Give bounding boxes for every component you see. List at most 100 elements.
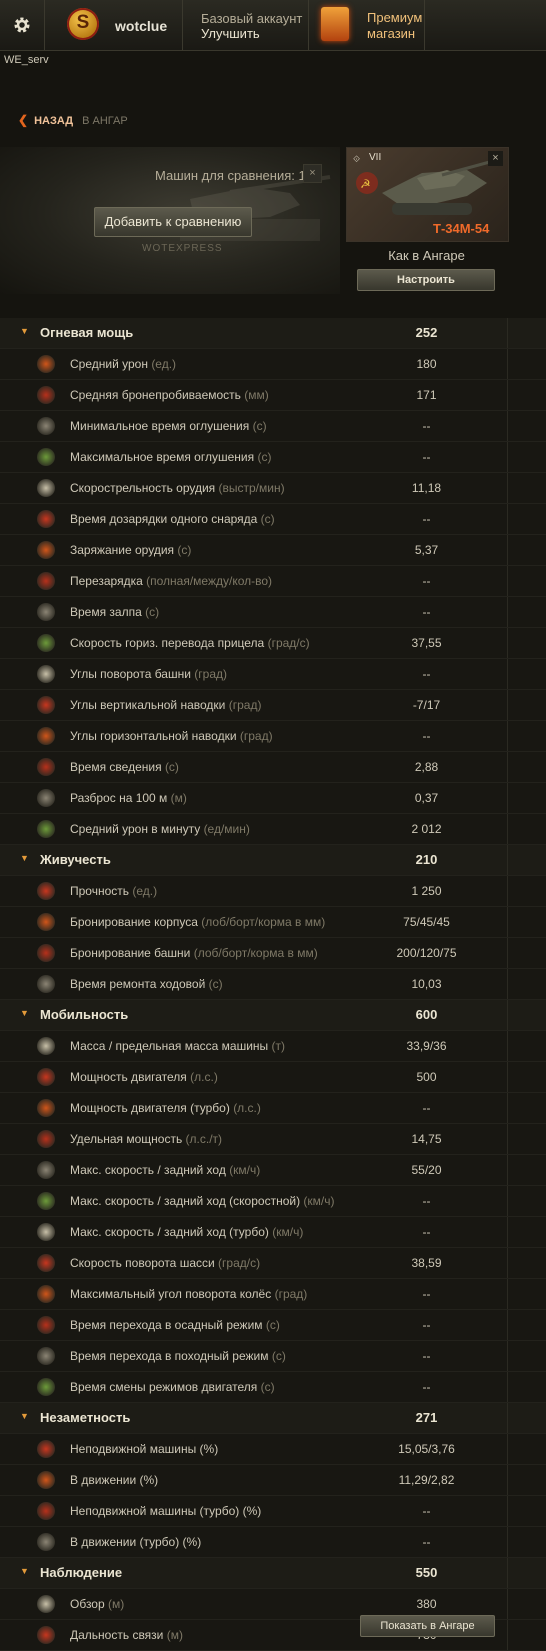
stat-label: Время смены режимов двигателя (с) bbox=[70, 1380, 275, 1394]
stat-row: Время дозарядки одного снаряда (с) -- bbox=[0, 504, 546, 535]
stat-name: Время дозарядки одного снаряда bbox=[70, 512, 258, 526]
remove-vehicle-button[interactable]: × bbox=[488, 151, 503, 166]
premium-shop-button[interactable]: Премиум магазин bbox=[309, 0, 425, 50]
chevron-down-icon[interactable]: ▼ bbox=[20, 1566, 29, 1576]
chevron-down-icon[interactable]: ▼ bbox=[20, 853, 29, 863]
chevron-down-icon[interactable]: ▼ bbox=[20, 1008, 29, 1018]
stat-unit: (с) bbox=[271, 1349, 286, 1363]
stat-label: Обзор (м) bbox=[70, 1597, 124, 1611]
column-divider bbox=[507, 597, 508, 627]
stat-label: Скорость поворота шасси (град/с) bbox=[70, 1256, 260, 1270]
stat-row: Средний урон (ед.) 180 bbox=[0, 349, 546, 380]
clear-compare-button[interactable]: × bbox=[303, 164, 322, 183]
stat-name: В движении (турбо) (%) bbox=[70, 1535, 202, 1549]
column-divider bbox=[507, 783, 508, 813]
stat-name: Неподвижной машины (турбо) (%) bbox=[70, 1504, 262, 1518]
account-status[interactable]: Базовый аккаунт Улучшить bbox=[183, 0, 309, 50]
chevron-down-icon[interactable]: ▼ bbox=[20, 326, 29, 336]
stat-name: Макс. скорость / задний ход (турбо) bbox=[70, 1225, 269, 1239]
stat-label: Углы вертикальной наводки (град) bbox=[70, 698, 261, 712]
weight-icon bbox=[37, 1037, 55, 1055]
stat-value: 5,37 bbox=[414, 543, 439, 557]
stat-row: Удельная мощность (л.с./т) 14,75 bbox=[0, 1124, 546, 1155]
add-to-compare-button[interactable]: Добавить к сравнению bbox=[94, 207, 252, 237]
column-divider bbox=[507, 1310, 508, 1340]
premium-shop-icon bbox=[321, 7, 349, 41]
shell-reload-icon bbox=[37, 510, 55, 528]
category-row: ▼ Незаметность 271 bbox=[0, 1403, 546, 1434]
back-button[interactable]: ❮ НАЗАД bbox=[18, 113, 73, 127]
stat-value: 11,18 bbox=[411, 481, 442, 495]
column-divider bbox=[507, 690, 508, 720]
stat-unit: (л.с.) bbox=[233, 1101, 261, 1115]
traverse-speed-icon bbox=[37, 634, 55, 652]
player-profile[interactable]: S wotclue bbox=[45, 0, 183, 50]
stat-label: Мощность двигателя (турбо) (л.с.) bbox=[70, 1101, 261, 1115]
column-divider bbox=[507, 1558, 508, 1588]
category-label: Огневая мощь bbox=[40, 325, 134, 340]
stun-max-icon bbox=[37, 448, 55, 466]
breadcrumb: ❮ НАЗАД В АНГАР bbox=[18, 113, 128, 127]
premium-shop-label: Премиум магазин bbox=[367, 10, 423, 41]
stat-label: Время залпа (с) bbox=[70, 605, 159, 619]
column-divider bbox=[507, 659, 508, 689]
stat-value: -- bbox=[422, 1380, 431, 1394]
column-divider bbox=[507, 318, 508, 348]
settings-button[interactable] bbox=[0, 0, 45, 50]
camo-still-turbo-icon bbox=[37, 1502, 55, 1520]
stat-name: Углы поворота башни bbox=[70, 667, 191, 681]
speed-fast-icon bbox=[37, 1192, 55, 1210]
stat-unit: (с) bbox=[145, 605, 160, 619]
column-divider bbox=[507, 1341, 508, 1371]
vehicle-thumbnail[interactable]: ☭ ⟐ VII × Т-34М-54 bbox=[346, 147, 509, 242]
stat-unit: (град) bbox=[239, 729, 273, 743]
stat-name: В движении (%) bbox=[70, 1473, 159, 1487]
stat-value: 380 bbox=[416, 1597, 437, 1611]
category-row: ▼ Мобильность 600 bbox=[0, 1000, 546, 1031]
stat-label: Неподвижной машины (турбо) (%) bbox=[70, 1504, 261, 1518]
column-divider bbox=[507, 1093, 508, 1123]
stat-value: -- bbox=[422, 1535, 431, 1549]
configure-button[interactable]: Настроить bbox=[357, 269, 495, 291]
stat-row: Время перехода в осадный режим (с) -- bbox=[0, 1310, 546, 1341]
stat-value: -- bbox=[422, 667, 431, 681]
column-divider bbox=[507, 845, 508, 875]
stat-name: Заряжание орудия bbox=[70, 543, 175, 557]
chevron-down-icon[interactable]: ▼ bbox=[20, 1411, 29, 1421]
show-in-hangar-button[interactable]: Показать в Ангаре bbox=[360, 1615, 495, 1637]
stat-name: Время перехода в походный режим bbox=[70, 1349, 272, 1363]
stat-label: В движении (турбо) (%) bbox=[70, 1535, 201, 1549]
category-label: Живучесть bbox=[40, 852, 111, 867]
stat-name: Разброс на 100 м bbox=[70, 791, 168, 805]
stat-value: -7/17 bbox=[412, 698, 441, 712]
stat-name: Бронирование корпуса bbox=[70, 915, 198, 929]
stat-unit: (град/с) bbox=[218, 1256, 261, 1270]
compare-panel: Машин для сравнения: 1 × Добавить к срав… bbox=[0, 147, 340, 294]
stat-name: Время смены режимов двигателя bbox=[70, 1380, 258, 1394]
category-label: Наблюдение bbox=[40, 1565, 123, 1580]
stat-name: Прочность bbox=[70, 884, 130, 898]
stat-label: Скорость гориз. перевода прицела (град/с… bbox=[70, 636, 310, 650]
compare-count-label: Машин для сравнения: 1 bbox=[155, 168, 306, 183]
stat-row: Мощность двигателя (л.с.) 500 bbox=[0, 1062, 546, 1093]
stat-name: Средний урон в минуту bbox=[70, 822, 201, 836]
back-target: В АНГАР bbox=[82, 115, 128, 127]
column-divider bbox=[507, 1062, 508, 1092]
stat-value: -- bbox=[422, 574, 431, 588]
column-divider bbox=[507, 1434, 508, 1464]
stat-value: 180 bbox=[416, 357, 437, 371]
stat-label: Минимальное время оглушения (с) bbox=[70, 419, 267, 433]
stat-value: 2 012 bbox=[411, 822, 442, 836]
stat-row: Скорострельность орудия (выстр/мин) 11,18 bbox=[0, 473, 546, 504]
upgrade-link[interactable]: Улучшить bbox=[201, 26, 260, 41]
stat-unit: (ед.) bbox=[151, 357, 177, 371]
stat-row: Максимальное время оглушения (с) -- bbox=[0, 442, 546, 473]
stat-unit: (с) bbox=[252, 419, 267, 433]
column-divider bbox=[507, 473, 508, 503]
stat-value: 38,59 bbox=[411, 1256, 442, 1270]
column-divider bbox=[507, 349, 508, 379]
stat-label: Время перехода в осадный режим (с) bbox=[70, 1318, 280, 1332]
stat-unit: (км/ч) bbox=[272, 1225, 304, 1239]
stat-name: Бронирование башни bbox=[70, 946, 191, 960]
stat-unit: (с) bbox=[164, 760, 179, 774]
